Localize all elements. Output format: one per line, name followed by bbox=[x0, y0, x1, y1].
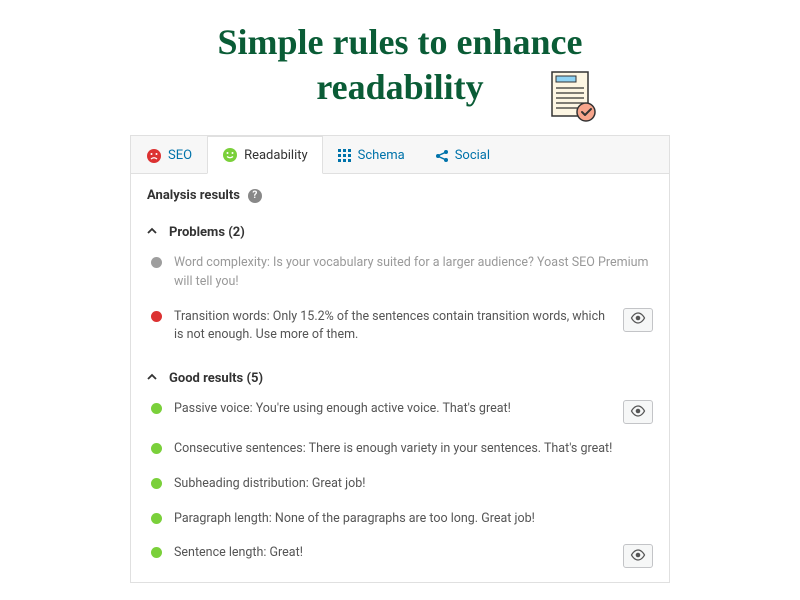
status-bullet-green bbox=[151, 403, 162, 414]
analysis-results-header: Analysis results ? bbox=[131, 174, 669, 213]
status-bullet-green bbox=[151, 443, 162, 454]
result-row: Consecutive sentences: There is enough v… bbox=[147, 432, 653, 467]
chevron-up-icon bbox=[147, 371, 159, 386]
problems-section: Problems (2) Word complexity: Is your vo… bbox=[131, 213, 669, 359]
eye-icon bbox=[630, 405, 646, 420]
result-row: Transition words: Only 15.2% of the sent… bbox=[147, 300, 653, 354]
result-text: Paragraph length: None of the paragraphs… bbox=[174, 510, 653, 529]
problems-toggle[interactable]: Problems (2) bbox=[147, 219, 653, 246]
tab-label: Social bbox=[455, 148, 490, 163]
tab-readability[interactable]: Readability bbox=[207, 136, 323, 174]
page-header: Simple rules to enhance readability bbox=[0, 0, 800, 125]
good-results-toggle[interactable]: Good results (5) bbox=[147, 365, 653, 392]
section-title: Problems (2) bbox=[169, 225, 245, 240]
highlight-button[interactable] bbox=[623, 308, 653, 332]
good-results-section: Good results (5) Passive voice: You're u… bbox=[131, 359, 669, 582]
status-bullet-red bbox=[151, 311, 162, 322]
help-icon[interactable]: ? bbox=[248, 189, 262, 203]
tab-social[interactable]: Social bbox=[420, 136, 505, 174]
status-bullet-green bbox=[151, 478, 162, 489]
eye-icon bbox=[630, 312, 646, 327]
result-text: Sentence length: Great! bbox=[174, 544, 611, 563]
analysis-results-title: Analysis results bbox=[147, 188, 240, 203]
result-row: Sentence length: Great! bbox=[147, 536, 653, 576]
status-bullet-green bbox=[151, 547, 162, 558]
tab-seo[interactable]: SEO bbox=[131, 136, 207, 174]
section-title: Good results (5) bbox=[169, 371, 263, 386]
highlight-button[interactable] bbox=[623, 400, 653, 424]
result-text: Transition words: Only 15.2% of the sent… bbox=[174, 308, 611, 346]
result-row: Passive voice: You're using enough activ… bbox=[147, 392, 653, 432]
share-icon bbox=[435, 149, 449, 163]
result-row: Word complexity: Is your vocabulary suit… bbox=[147, 246, 653, 300]
tab-label: Readability bbox=[244, 148, 308, 163]
result-text: Subheading distribution: Great job! bbox=[174, 475, 653, 494]
eye-icon bbox=[630, 549, 646, 564]
tab-label: Schema bbox=[358, 148, 405, 163]
analysis-panel: SEO Readability Schema Social Analysis r… bbox=[130, 135, 670, 583]
result-text: Word complexity: Is your vocabulary suit… bbox=[174, 254, 653, 292]
document-check-icon bbox=[544, 68, 600, 128]
result-text: Consecutive sentences: There is enough v… bbox=[174, 440, 653, 459]
tab-bar: SEO Readability Schema Social bbox=[131, 136, 669, 174]
result-row: Paragraph length: None of the paragraphs… bbox=[147, 502, 653, 537]
tab-label: SEO bbox=[168, 148, 192, 163]
result-text: Passive voice: You're using enough activ… bbox=[174, 400, 611, 419]
tab-schema[interactable]: Schema bbox=[323, 136, 420, 174]
result-row: Subheading distribution: Great job! bbox=[147, 467, 653, 502]
happy-face-icon bbox=[222, 147, 238, 163]
status-bullet-green bbox=[151, 513, 162, 524]
chevron-up-icon bbox=[147, 225, 159, 240]
sad-face-icon bbox=[146, 148, 162, 164]
highlight-button[interactable] bbox=[623, 544, 653, 568]
grid-icon bbox=[338, 149, 352, 163]
status-bullet-gray bbox=[151, 257, 162, 268]
